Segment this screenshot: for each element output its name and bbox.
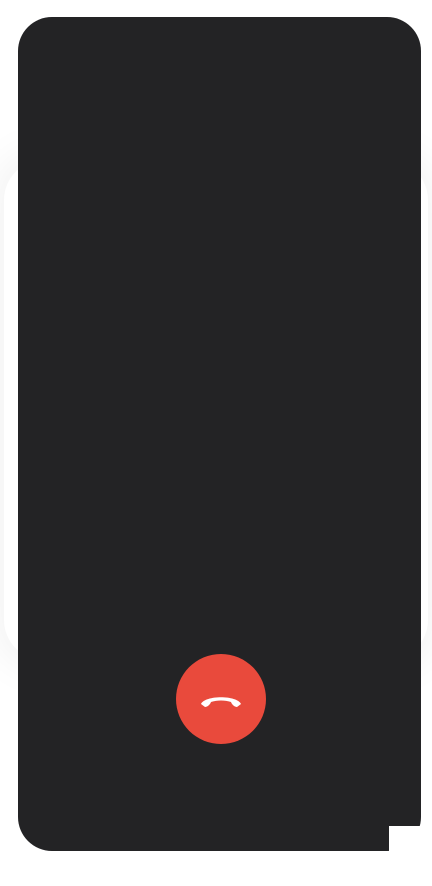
page xyxy=(0,0,432,886)
end-call-button[interactable] xyxy=(176,654,266,744)
phone-hangup-icon xyxy=(201,697,241,707)
screen-corner-cutout xyxy=(389,826,421,851)
